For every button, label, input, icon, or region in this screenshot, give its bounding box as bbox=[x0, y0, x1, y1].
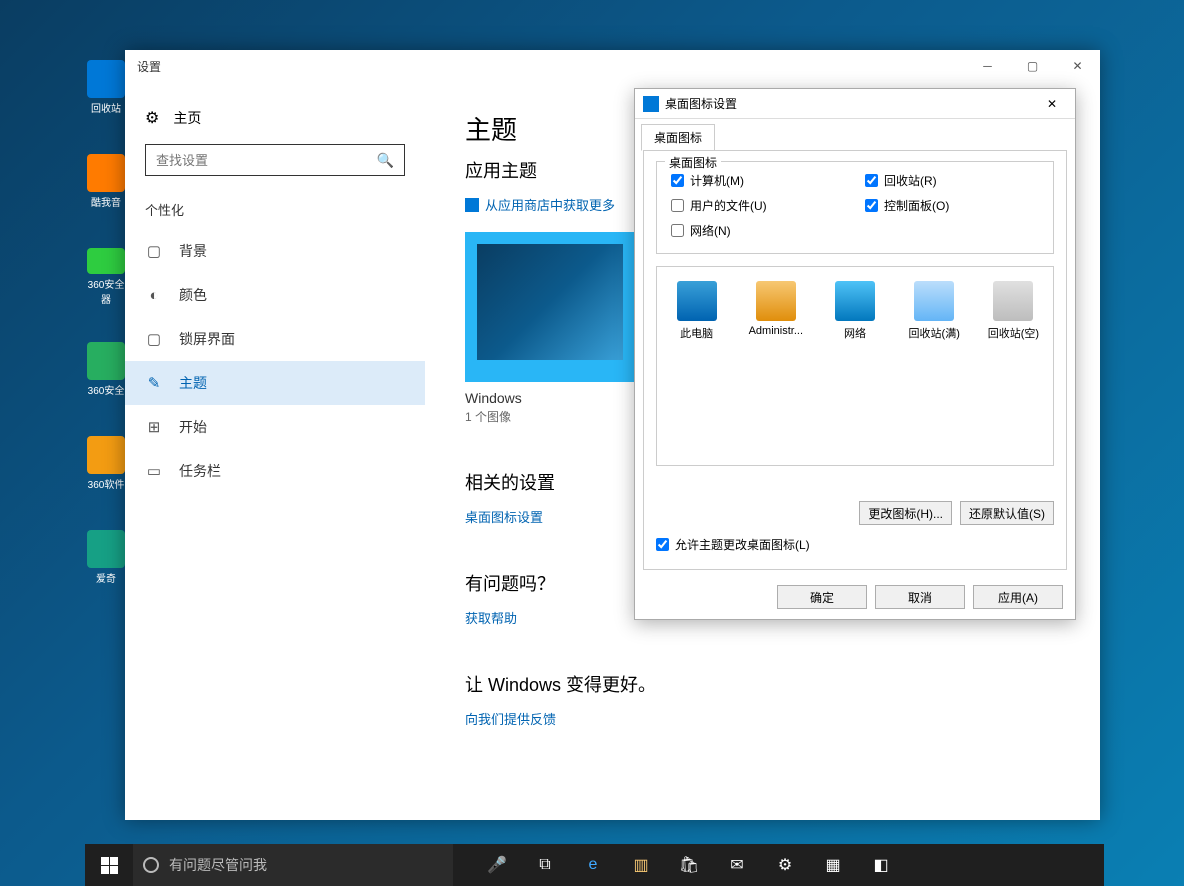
desktop-icon-360soft[interactable]: 360软件 bbox=[85, 436, 127, 494]
desktop-background: 回收站 酷我音 360安全 器 360安全 360软件 爱奇 设置 ─ ▢ ✕ … bbox=[0, 0, 1184, 886]
cortana-search[interactable]: 有问题尽管问我 bbox=[133, 844, 453, 886]
gear-icon: ⚙ bbox=[145, 108, 159, 128]
change-icon-button[interactable]: 更改图标(H)... bbox=[859, 501, 952, 525]
allow-theme-checkbox[interactable]: 允许主题更改桌面图标(L) bbox=[656, 536, 810, 553]
desktop-icons-fieldset: 桌面图标 计算机(M) 回收站(R) 用户的文件(U) 控制面板(O) 网络(N… bbox=[656, 161, 1054, 254]
dialog-title: 桌面图标设置 bbox=[665, 95, 737, 112]
desktop-icon-settings-dialog: 桌面图标设置 ✕ 桌面图标 桌面图标 计算机(M) 回收站(R) 用户的文件(U… bbox=[634, 88, 1076, 620]
theme-subtext: 1 个图像 bbox=[465, 408, 635, 425]
cortana-icon bbox=[143, 857, 159, 873]
cancel-button[interactable]: 取消 bbox=[875, 585, 965, 609]
icon-preview-row: 此电脑 Administr... 网络 回收站(满) 回收站(空) bbox=[656, 266, 1054, 466]
network-icon bbox=[835, 281, 875, 321]
monitor-icon bbox=[643, 96, 659, 112]
store-link[interactable]: 从应用商店中获取更多 bbox=[465, 195, 615, 214]
checkbox-userfiles[interactable]: 用户的文件(U) bbox=[671, 197, 845, 214]
better-heading: 让 Windows 变得更好。 bbox=[465, 671, 1060, 697]
taskbar-app2-icon[interactable]: ◧ bbox=[857, 844, 905, 886]
taskbar: 有问题尽管问我 🎤 ⧉ e ▥ 🛍 ✉ ⚙ ▦ ◧ bbox=[85, 844, 1104, 886]
nav-lockscreen[interactable]: ▢锁屏界面 bbox=[125, 317, 425, 361]
desktop-icon-360a[interactable]: 360安全 器 bbox=[85, 248, 127, 306]
desktop-icons-column: 回收站 酷我音 360安全 器 360安全 360软件 爱奇 bbox=[85, 60, 125, 588]
search-input[interactable] bbox=[156, 153, 377, 168]
theme-thumbnail bbox=[465, 232, 635, 382]
dialog-close-button[interactable]: ✕ bbox=[1037, 97, 1067, 111]
feedback-link[interactable]: 向我们提供反馈 bbox=[465, 709, 1060, 728]
computer-icon bbox=[677, 281, 717, 321]
start-button[interactable] bbox=[85, 844, 133, 886]
nav-background[interactable]: ▢背景 bbox=[125, 229, 425, 273]
desktop-icon-360b[interactable]: 360安全 bbox=[85, 342, 127, 400]
taskbar-edge-icon[interactable]: e bbox=[569, 844, 617, 886]
checkbox-computer[interactable]: 计算机(M) bbox=[671, 172, 845, 189]
fieldset-legend: 桌面图标 bbox=[665, 154, 721, 171]
nav-colors[interactable]: ◐颜色 bbox=[125, 273, 425, 317]
settings-titlebar[interactable]: 设置 ─ ▢ ✕ bbox=[125, 50, 1100, 82]
home-button[interactable]: ⚙ 主页 bbox=[125, 100, 425, 144]
preview-recycle-full[interactable]: 回收站(满) bbox=[901, 281, 968, 341]
checkbox-controlpanel[interactable]: 控制面板(O) bbox=[865, 197, 1039, 214]
dialog-tabs: 桌面图标 bbox=[635, 119, 1075, 150]
restore-defaults-button[interactable]: 还原默认值(S) bbox=[960, 501, 1054, 525]
search-box[interactable]: 🔍 bbox=[145, 144, 405, 176]
picture-icon: ▢ bbox=[145, 242, 163, 260]
maximize-button[interactable]: ▢ bbox=[1010, 50, 1055, 82]
pencil-icon: ✎ bbox=[145, 374, 163, 392]
sidebar-section-label: 个性化 bbox=[125, 200, 425, 229]
palette-icon: ◐ bbox=[145, 287, 163, 304]
taskbar-app-icon[interactable]: ▦ bbox=[809, 844, 857, 886]
theme-tile[interactable]: Windows 1 个图像 bbox=[465, 232, 635, 425]
taskbar-store-icon[interactable]: 🛍 bbox=[665, 844, 713, 886]
preview-admin[interactable]: Administr... bbox=[742, 281, 809, 337]
taskbar-explorer-icon[interactable]: ▥ bbox=[617, 844, 665, 886]
windows-icon bbox=[101, 857, 118, 874]
apply-button[interactable]: 应用(A) bbox=[973, 585, 1063, 609]
dialog-titlebar[interactable]: 桌面图标设置 ✕ bbox=[635, 89, 1075, 119]
minimize-button[interactable]: ─ bbox=[965, 50, 1010, 82]
preview-network[interactable]: 网络 bbox=[821, 281, 888, 341]
recycle-empty-icon bbox=[993, 281, 1033, 321]
taskbar-mail-icon[interactable]: ✉ bbox=[713, 844, 761, 886]
home-label: 主页 bbox=[173, 108, 201, 128]
close-button[interactable]: ✕ bbox=[1055, 50, 1100, 82]
taskbar-taskview-icon[interactable]: ⧉ bbox=[521, 844, 569, 886]
lock-icon: ▢ bbox=[145, 330, 163, 348]
dialog-panel: 桌面图标 计算机(M) 回收站(R) 用户的文件(U) 控制面板(O) 网络(N… bbox=[643, 150, 1067, 570]
desktop-icon-iqiyi[interactable]: 爱奇 bbox=[85, 530, 127, 588]
nav-taskbar[interactable]: ▭任务栏 bbox=[125, 449, 425, 493]
checkbox-network[interactable]: 网络(N) bbox=[671, 222, 845, 239]
desktop-icon-kuwo[interactable]: 酷我音 bbox=[85, 154, 127, 212]
search-icon: 🔍 bbox=[377, 152, 394, 169]
store-icon bbox=[465, 198, 479, 212]
taskbar-icon: ▭ bbox=[145, 462, 163, 480]
settings-window-title: 设置 bbox=[137, 58, 161, 75]
nav-themes[interactable]: ✎主题 bbox=[125, 361, 425, 405]
settings-sidebar: ⚙ 主页 🔍 个性化 ▢背景 ◐颜色 ▢锁屏界面 ✎主题 ⊞开始 ▭任务栏 bbox=[125, 82, 425, 820]
taskbar-mic-icon[interactable]: 🎤 bbox=[473, 844, 521, 886]
grid-icon: ⊞ bbox=[145, 418, 163, 436]
tab-desktop-icons[interactable]: 桌面图标 bbox=[641, 124, 715, 151]
nav-start[interactable]: ⊞开始 bbox=[125, 405, 425, 449]
theme-name: Windows bbox=[465, 382, 635, 408]
checkbox-recycle[interactable]: 回收站(R) bbox=[865, 172, 1039, 189]
recycle-full-icon bbox=[914, 281, 954, 321]
preview-this-pc[interactable]: 此电脑 bbox=[663, 281, 730, 341]
ok-button[interactable]: 确定 bbox=[777, 585, 867, 609]
desktop-icon-recycle[interactable]: 回收站 bbox=[85, 60, 127, 118]
user-folder-icon bbox=[756, 281, 796, 321]
taskbar-settings-icon[interactable]: ⚙ bbox=[761, 844, 809, 886]
preview-recycle-empty[interactable]: 回收站(空) bbox=[980, 281, 1047, 341]
